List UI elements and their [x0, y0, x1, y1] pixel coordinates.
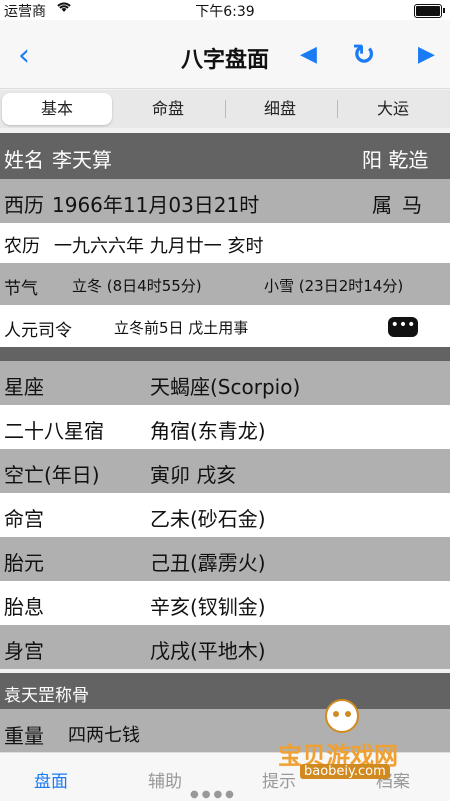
- solar-term-2: 小雪 (23日2时14分): [264, 277, 404, 295]
- name-label: 姓名: [4, 148, 44, 172]
- detail-row: 二十八星宿 角宿(东青龙): [0, 405, 450, 449]
- name-row: 姓名 李天算 阳 乾造: [0, 133, 450, 179]
- detail-label: 胎息: [4, 595, 44, 619]
- detail-label: 二十八星宿: [4, 419, 104, 443]
- detail-row: 胎息 辛亥(钗钏金): [0, 581, 450, 625]
- detail-row: 身宫 戊戌(平地木): [0, 625, 450, 669]
- detail-value: 乙未(砂石金): [150, 507, 266, 531]
- detail-value: 寅卯 戌亥: [150, 463, 237, 487]
- bottom-tab-panmian[interactable]: 盘面: [34, 767, 68, 792]
- message-icon[interactable]: •••: [388, 317, 418, 337]
- battery-icon: [414, 4, 442, 18]
- tab-mingpan[interactable]: 命盘: [113, 93, 223, 125]
- triangle-right-icon[interactable]: ▶: [418, 42, 435, 67]
- detail-label: 星座: [4, 375, 44, 399]
- solar-row: 西历 1966年11月03日21时 属 马: [0, 179, 450, 223]
- triangle-left-icon[interactable]: ◀: [300, 42, 317, 67]
- tab-dayun[interactable]: 大运: [338, 93, 448, 125]
- renyuan-row: 人元司令 立冬前5日 戊土用事 •••: [0, 305, 450, 347]
- tab-basic[interactable]: 基本: [2, 93, 112, 125]
- gender-label: 阳 乾造: [362, 148, 429, 172]
- detail-label: 命宫: [4, 507, 44, 531]
- solar-date: 1966年11月03日21时: [52, 193, 260, 217]
- solar-term-row: 节气 立冬 (8日4时55分) 小雪 (23日2时14分): [0, 263, 450, 305]
- detail-value: 天蝎座(Scorpio): [150, 375, 301, 399]
- detail-row: 星座 天蝎座(Scorpio): [0, 361, 450, 405]
- solar-term-label: 节气: [4, 279, 38, 299]
- lunar-date: 一九六六年 九月廿一 亥时: [54, 236, 264, 257]
- detail-value: 辛亥(钗钏金): [150, 595, 266, 619]
- navigation-bar: ‹ 八字盘面 ◀ ↻ ▶: [0, 20, 450, 89]
- person-name: 李天算: [52, 148, 112, 172]
- lunar-label: 农历: [4, 236, 40, 257]
- zodiac-label: 属: [372, 193, 392, 217]
- detail-label: 胎元: [4, 551, 44, 575]
- status-bar: 运营商 下午6:39: [0, 0, 450, 20]
- zodiac-value: 马: [402, 193, 422, 217]
- detail-value: 戊戌(平地木): [150, 639, 266, 663]
- solar-term-1: 立冬 (8日4时55分): [72, 277, 202, 295]
- lunar-row: 农历 一九六六年 九月廿一 亥时: [0, 223, 450, 263]
- bottom-tab-fuzhu[interactable]: 辅助: [148, 767, 182, 792]
- section-divider: [0, 347, 450, 361]
- tab-xipan[interactable]: 细盘: [225, 93, 335, 125]
- detail-value: 角宿(东青龙): [150, 419, 266, 443]
- detail-value: 己丑(霹雳火): [150, 551, 266, 575]
- page-title: 八字盘面: [180, 48, 269, 73]
- segment-tabs: 基本 命盘 细盘 大运: [0, 90, 450, 128]
- solar-label: 西历: [4, 193, 44, 217]
- yuan-section-title: 袁天罡称骨: [4, 686, 89, 706]
- renyuan-value: 立冬前5日 戊土用事: [114, 319, 249, 337]
- refresh-icon[interactable]: ↻: [352, 38, 375, 71]
- watermark-url: baobeiy.com: [300, 764, 390, 779]
- detail-row: 空亡(年日) 寅卯 戌亥: [0, 449, 450, 493]
- weight-value: 四两七钱: [68, 725, 140, 746]
- detail-label: 身宫: [4, 639, 44, 663]
- weight-label: 重量: [4, 724, 44, 748]
- detail-label: 空亡(年日): [4, 463, 100, 487]
- clock: 下午6:39: [195, 4, 255, 20]
- detail-row: 命宫 乙未(砂石金): [0, 493, 450, 537]
- page-indicator: ●●●●: [190, 789, 237, 800]
- renyuan-label: 人元司令: [4, 321, 72, 341]
- detail-row: 胎元 己丑(霹雳火): [0, 537, 450, 581]
